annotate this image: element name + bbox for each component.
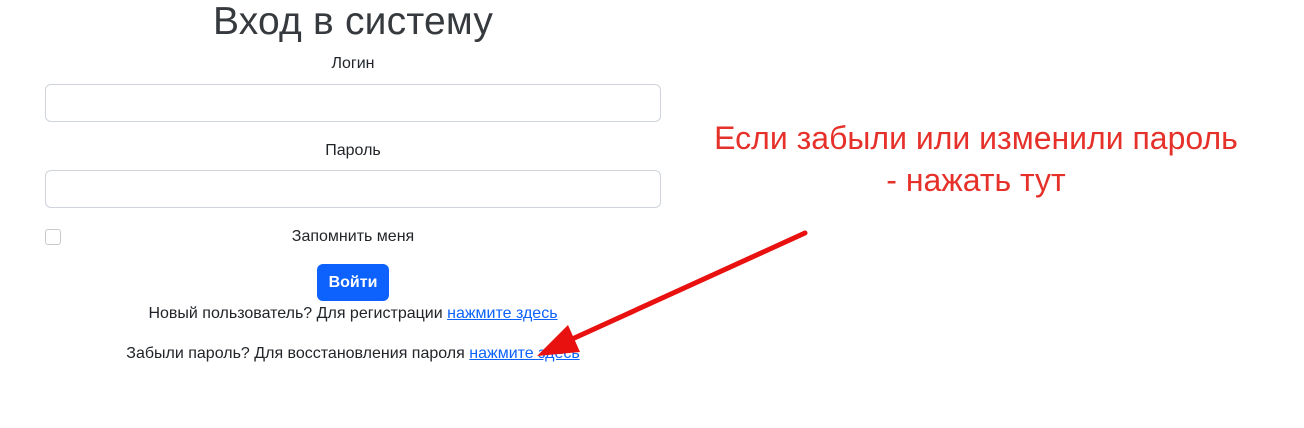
annotation-arrow-icon xyxy=(537,230,808,356)
page: Вход в систему Логин Пароль Запомнить ме… xyxy=(0,0,1304,428)
